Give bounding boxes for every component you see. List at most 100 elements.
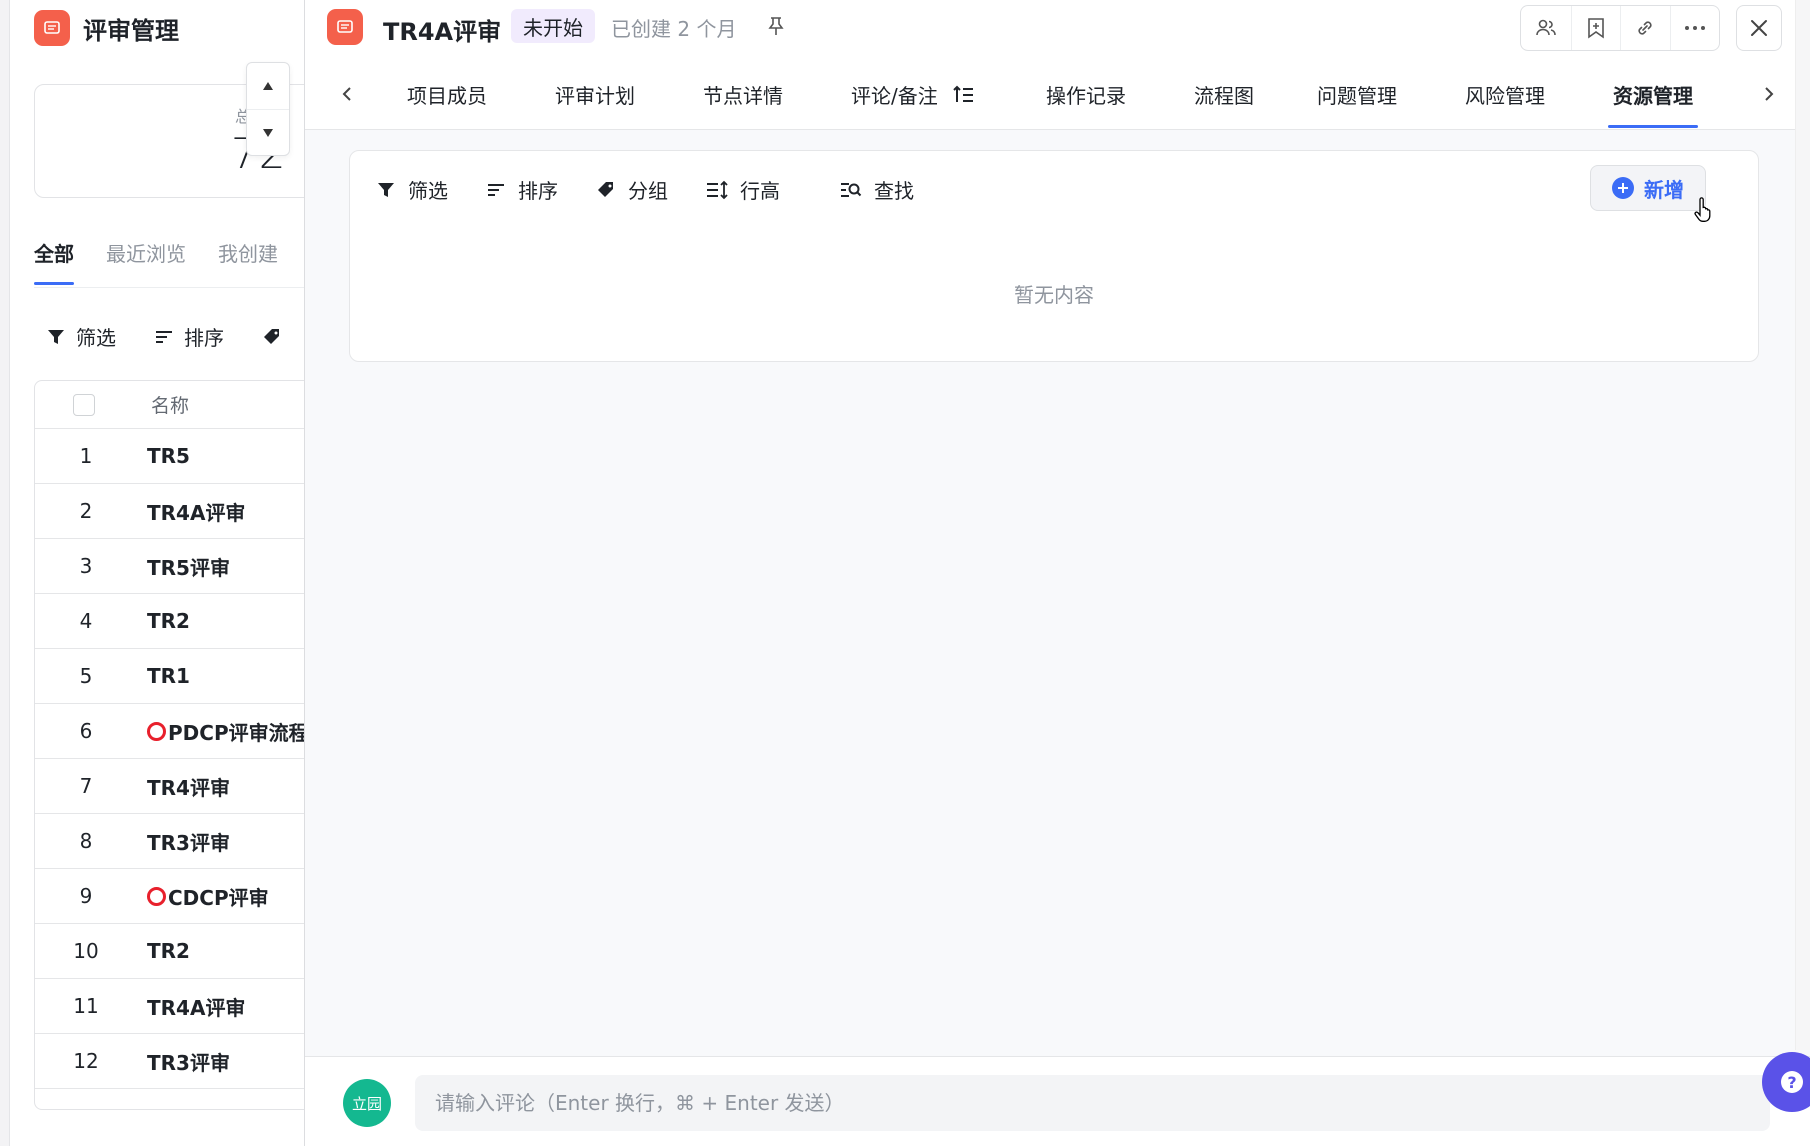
row-name: TR3评审: [147, 830, 230, 855]
row-name: TR2: [147, 609, 190, 633]
row-name-cell: TR1: [147, 664, 190, 688]
add-resource-button[interactable]: 新增: [1590, 165, 1706, 211]
app-logo-icon: [34, 10, 70, 46]
row-index: 8: [79, 829, 93, 853]
sort-label: 排序: [518, 179, 558, 203]
row-name: TR1: [147, 664, 190, 688]
row-index: 10: [73, 939, 99, 963]
tab-all[interactable]: 全部: [34, 238, 74, 288]
review-table: 名称 1 TR5 2 TR4A评审 3 TR5评审 4 TR2 5 TR1 6 PDCP评审流程 7 TR…: [34, 380, 305, 1110]
table-row[interactable]: 7 TR4评审: [35, 759, 304, 814]
row-index: 4: [79, 609, 93, 633]
stat-stepper: [246, 62, 290, 156]
left-panel-title: 评审管理: [83, 16, 179, 45]
left-filter-button[interactable]: 筛选: [46, 322, 116, 351]
row-name-cell: TR4评审: [147, 772, 230, 801]
left-panel-toolbar: 筛选 排序: [46, 322, 304, 351]
table-header: 名称: [35, 381, 304, 429]
bookmark-button[interactable]: [1570, 6, 1621, 50]
left-group-button[interactable]: [262, 327, 292, 347]
group-button[interactable]: 分组: [596, 175, 668, 204]
close-icon: [1751, 20, 1767, 36]
row-index: 7: [79, 774, 93, 798]
tab-comments[interactable]: 评论/备注: [851, 80, 974, 130]
tab-review-plan[interactable]: 评审计划: [555, 80, 635, 130]
table-row[interactable]: 4 TR2: [35, 594, 304, 649]
table-row[interactable]: 1 TR5: [35, 429, 304, 484]
filter-icon: [378, 182, 394, 197]
row-height-icon: [707, 180, 728, 199]
table-row[interactable]: 6 PDCP评审流程: [35, 704, 305, 759]
row-height-button[interactable]: 行高: [706, 175, 780, 204]
group-label: 分组: [628, 179, 668, 203]
row-index: 6: [79, 719, 93, 743]
row-name-cell: TR3评审: [147, 1047, 230, 1076]
table-row[interactable]: 8 TR3评审: [35, 814, 304, 869]
stepper-down-button[interactable]: [247, 109, 289, 155]
red-circle-icon: [147, 721, 166, 741]
find-button[interactable]: 查找: [840, 175, 914, 204]
close-button[interactable]: [1736, 5, 1782, 51]
detail-header: TR4A评审 未开始 已创建 2 个月: [305, 0, 1810, 58]
tab-members[interactable]: 项目成员: [407, 80, 487, 130]
members-button[interactable]: [1521, 6, 1571, 50]
row-index: 5: [79, 664, 93, 688]
tab-node-details[interactable]: 节点详情: [703, 80, 783, 130]
red-circle-icon: [147, 886, 166, 906]
more-button[interactable]: [1669, 6, 1720, 50]
tabs-scroll-right-button[interactable]: [1755, 80, 1783, 108]
more-icon: [1684, 26, 1705, 30]
table-row[interactable]: 9 CDCP评审: [35, 869, 304, 924]
detail-title[interactable]: TR4A评审: [383, 12, 501, 47]
table-row[interactable]: 3 TR5评审: [35, 539, 304, 594]
row-name: PDCP评审流程: [168, 720, 305, 745]
status-badge[interactable]: 未开始: [511, 9, 595, 43]
tab-risk-management[interactable]: 风险管理: [1465, 80, 1545, 130]
row-index: 12: [73, 1049, 99, 1073]
tab-resource-management[interactable]: 资源管理: [1608, 80, 1698, 130]
table-row[interactable]: 10 TR2: [35, 924, 304, 979]
tab-operation-log[interactable]: 操作记录: [1046, 80, 1126, 130]
row-name-cell: TR2: [147, 939, 190, 963]
table-row[interactable]: 2 TR4A评审: [35, 484, 304, 539]
left-sort-button[interactable]: 排序: [154, 322, 224, 351]
filter-button[interactable]: 筛选: [376, 175, 448, 204]
row-index: 2: [79, 499, 93, 523]
table-row[interactable]: 11 TR4A评审: [35, 979, 304, 1034]
row-name: TR2: [147, 939, 190, 963]
sort-icon: [156, 330, 172, 343]
table-row[interactable]: 5 TR1: [35, 649, 304, 704]
sort-button[interactable]: 排序: [486, 175, 558, 204]
caret-up-icon: [263, 82, 273, 90]
stepper-up-button[interactable]: [247, 63, 289, 109]
copy-link-button[interactable]: [1620, 6, 1670, 50]
tab-issue-management[interactable]: 问题管理: [1317, 80, 1397, 130]
row-index: 1: [79, 444, 93, 468]
row-name-cell: TR3评审: [147, 827, 230, 856]
pin-icon[interactable]: [767, 16, 785, 40]
find-icon: [841, 182, 862, 197]
avatar[interactable]: 立园: [343, 1079, 391, 1127]
detail-panel: TR4A评审 未开始 已创建 2 个月 项目成员 评审计划 节点详情 评论/备注…: [305, 0, 1810, 1146]
tag-icon: [598, 181, 613, 197]
window-scrollbar[interactable]: [1795, 0, 1810, 1050]
review-logo-icon: [327, 9, 363, 45]
tab-created-by-me[interactable]: 我创建: [218, 238, 278, 288]
bookmark-add-icon: [1587, 18, 1604, 39]
tab-comments-label: 评论/备注: [851, 84, 938, 108]
row-name-cell: CDCP评审: [147, 882, 269, 911]
add-resource-label: 新增: [1644, 177, 1684, 202]
sort-order-icon: [953, 85, 973, 102]
tab-flowchart[interactable]: 流程图: [1194, 80, 1254, 130]
select-all-checkbox[interactable]: [73, 393, 95, 416]
tabs-scroll-left-button[interactable]: [333, 80, 361, 108]
tab-recent[interactable]: 最近浏览: [106, 238, 186, 288]
comment-input[interactable]: [415, 1075, 1770, 1131]
empty-state-text: 暂无内容: [1014, 283, 1094, 307]
column-header-name: 名称: [151, 395, 190, 417]
left-panel-tabs: 全部 最近浏览 我创建: [34, 238, 304, 288]
sort-icon: [488, 183, 504, 196]
row-index: 3: [79, 554, 93, 578]
row-index: 11: [73, 994, 99, 1018]
table-row[interactable]: 12 TR3评审: [35, 1034, 304, 1089]
